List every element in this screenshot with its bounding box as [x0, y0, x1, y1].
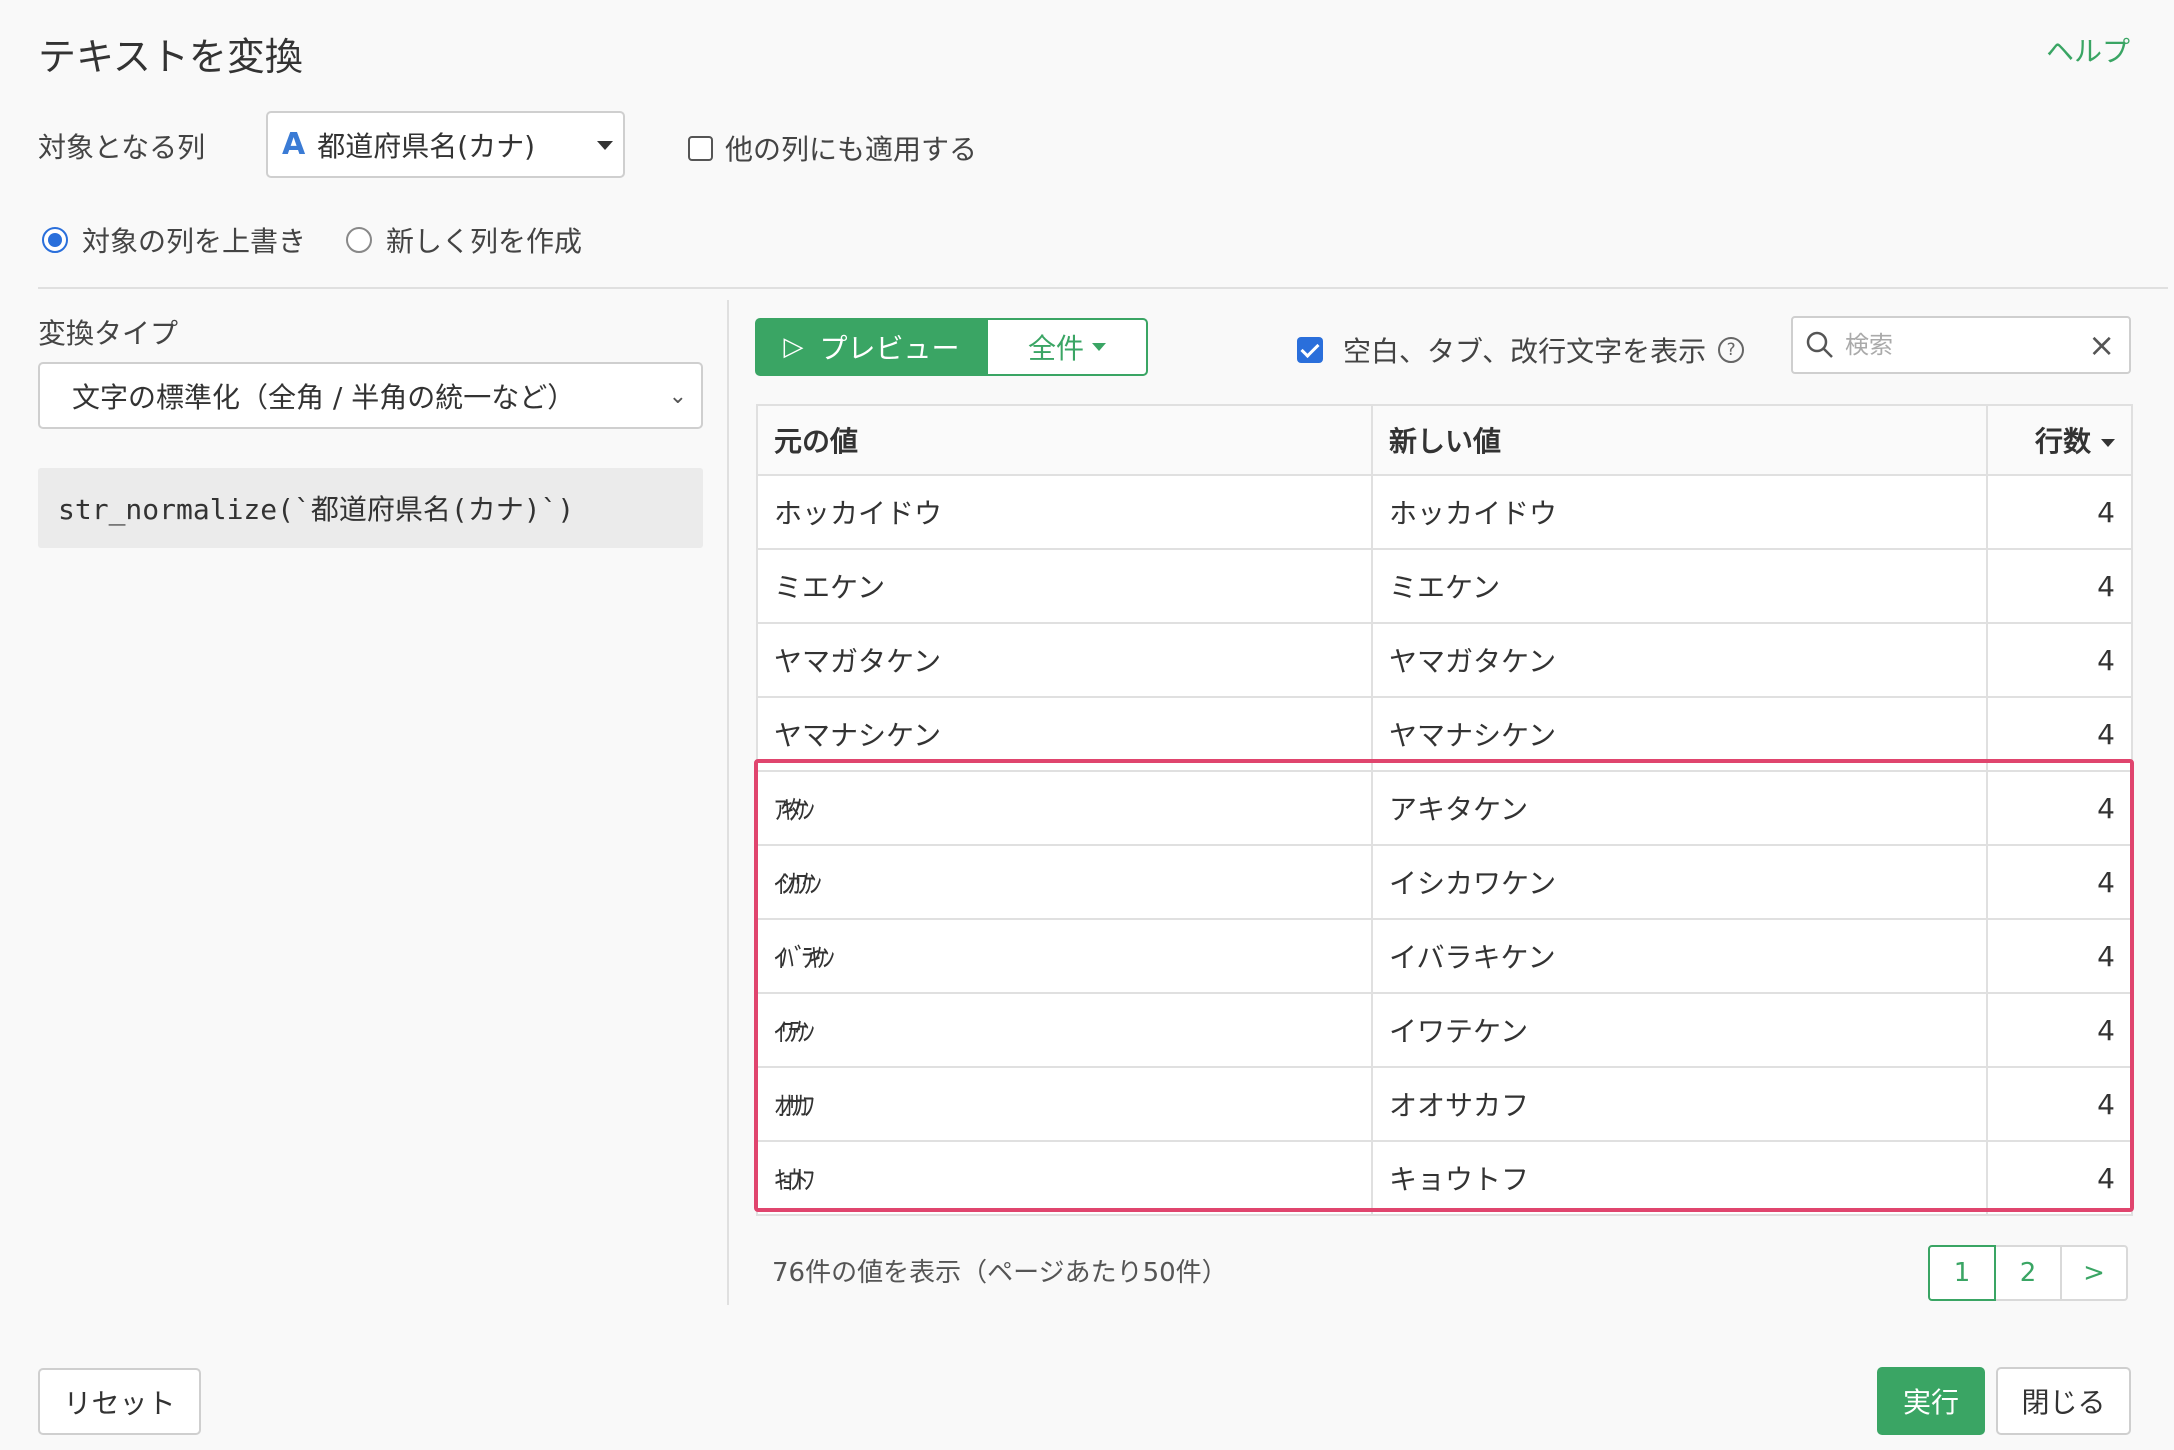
- row-count: 4: [1986, 992, 2133, 1068]
- new-value: ホッカイドウ: [1371, 474, 1988, 550]
- play-icon: ▷: [783, 332, 804, 362]
- new-value: オオサカフ: [1371, 1066, 1988, 1142]
- original-value: ヤマガタケン: [756, 622, 1373, 698]
- original-value: ｲﾊﾞﾗｷｹﾝ: [756, 918, 1373, 994]
- new-column-radio[interactable]: [346, 227, 373, 253]
- preview-table: 元の値 新しい値 行数 ホッカイドウ ホッカイドウ 4 ミエケン ミエケン 4 ヤマガタ…: [756, 404, 2133, 1216]
- close-icon[interactable]: ×: [2088, 326, 2115, 364]
- original-value: ｱｷﾀｹﾝ: [756, 770, 1373, 846]
- expression-preview: str_normalize(`都道府県名(カナ)`): [38, 468, 703, 548]
- original-value: ｷｮｳﾄﾌ: [756, 1140, 1373, 1216]
- panel-divider: [727, 300, 729, 1305]
- scope-dropdown-button[interactable]: 全件: [986, 318, 1148, 376]
- table-row: ｱｷﾀｹﾝ アキタケン 4: [756, 770, 2133, 846]
- search-box[interactable]: ×: [1791, 316, 2131, 374]
- new-value: キョウトフ: [1371, 1140, 1988, 1216]
- result-summary: 76件の値を表示（ページあたり50件）: [772, 1258, 1228, 1288]
- original-value: ｲﾜﾃｹﾝ: [756, 992, 1373, 1068]
- new-column-option[interactable]: 新しく列を作成: [346, 220, 582, 260]
- table-row: ヤマガタケン ヤマガタケン 4: [756, 622, 2133, 698]
- header-original: 元の値: [756, 404, 1373, 476]
- row-count: 4: [1986, 474, 2133, 550]
- new-column-label: 新しく列を作成: [386, 225, 583, 258]
- show-whitespace-option[interactable]: 空白、タブ、改行文字を表示 ?: [1297, 330, 1745, 370]
- scope-label: 全件: [1027, 332, 1084, 365]
- new-value: イバラキケン: [1371, 918, 1988, 994]
- original-value: ｲｼｶﾜｹﾝ: [756, 844, 1373, 920]
- table-row: ヤマナシケン ヤマナシケン 4: [756, 696, 2133, 772]
- page-2-button[interactable]: 2: [1994, 1245, 2062, 1301]
- row-count: 4: [1986, 548, 2133, 624]
- header-new: 新しい値: [1371, 404, 1988, 476]
- pagination: 1 2 >: [1928, 1245, 2128, 1301]
- new-value: ヤマガタケン: [1371, 622, 1988, 698]
- new-value: ミエケン: [1371, 548, 1988, 624]
- row-count: 4: [1986, 696, 2133, 772]
- original-value: ホッカイドウ: [756, 474, 1373, 550]
- table-row: ｲｼｶﾜｹﾝ イシカワケン 4: [756, 844, 2133, 920]
- table-header-row: 元の値 新しい値 行数: [756, 404, 2133, 476]
- row-count: 4: [1986, 918, 2133, 994]
- string-type-icon: A: [282, 127, 306, 162]
- overwrite-radio[interactable]: [42, 227, 68, 253]
- show-whitespace-checkbox[interactable]: [1297, 337, 1323, 363]
- table-row: ｲﾜﾃｹﾝ イワテケン 4: [756, 992, 2133, 1068]
- apply-other-columns-checkbox[interactable]: [688, 135, 713, 161]
- section-divider: [38, 287, 2168, 289]
- table-row: ｲﾊﾞﾗｷｹﾝ イバラキケン 4: [756, 918, 2133, 994]
- reset-button[interactable]: リセット: [38, 1368, 201, 1435]
- target-column-label: 対象となる列: [38, 131, 206, 164]
- apply-other-columns-option[interactable]: 他の列にも適用する: [688, 128, 977, 168]
- original-value: ミエケン: [756, 548, 1373, 624]
- apply-other-columns-label: 他の列にも適用する: [725, 133, 978, 166]
- table-row: ｵｵｻｶﾌ オオサカフ 4: [756, 1066, 2133, 1142]
- page-1-button[interactable]: 1: [1928, 1245, 1996, 1301]
- target-column-select[interactable]: A 都道府県名(カナ): [266, 111, 625, 178]
- row-count: 4: [1986, 1066, 2133, 1142]
- conversion-type-value: 文字の標準化（全角 / 半角の統一など）: [72, 380, 576, 414]
- new-value: アキタケン: [1371, 770, 1988, 846]
- sort-caret-icon: [2101, 439, 2115, 447]
- new-value: イシカワケン: [1371, 844, 1988, 920]
- overwrite-label: 対象の列を上書き: [82, 225, 307, 258]
- original-value: ｵｵｻｶﾌ: [756, 1066, 1373, 1142]
- target-column-value: 都道府県名(カナ): [317, 129, 536, 163]
- preview-label: プレビュー: [819, 332, 960, 365]
- next-page-button[interactable]: >: [2060, 1245, 2128, 1301]
- search-icon: [1806, 331, 1833, 358]
- row-count: 4: [1986, 844, 2133, 920]
- new-value: ヤマナシケン: [1371, 696, 1988, 772]
- new-value: イワテケン: [1371, 992, 1988, 1068]
- original-value: ヤマナシケン: [756, 696, 1373, 772]
- header-count[interactable]: 行数: [1986, 404, 2133, 476]
- table-row: ｷｮｳﾄﾌ キョウトフ 4: [756, 1140, 2133, 1216]
- conversion-type-label: 変換タイプ: [38, 317, 179, 350]
- row-count: 4: [1986, 1140, 2133, 1216]
- question-icon[interactable]: ?: [1718, 337, 1745, 363]
- close-button[interactable]: 閉じる: [1996, 1367, 2131, 1435]
- row-count: 4: [1986, 622, 2133, 698]
- run-button[interactable]: 実行: [1877, 1367, 1985, 1435]
- table-row: ホッカイドウ ホッカイドウ 4: [756, 474, 2133, 550]
- caret-down-icon: [597, 141, 613, 150]
- search-input[interactable]: [1843, 330, 2073, 360]
- show-whitespace-label: 空白、タブ、改行文字を表示: [1343, 335, 1707, 368]
- overwrite-option[interactable]: 対象の列を上書き: [42, 220, 306, 260]
- chevron-down-icon: ⌄: [668, 384, 687, 409]
- conversion-type-select[interactable]: 文字の標準化（全角 / 半角の統一など） ⌄: [38, 362, 703, 429]
- help-link[interactable]: ヘルプ: [2046, 30, 2130, 70]
- table-row: ミエケン ミエケン 4: [756, 548, 2133, 624]
- row-count: 4: [1986, 770, 2133, 846]
- caret-down-icon: [1092, 343, 1106, 351]
- dialog-title: テキストを変換: [38, 35, 303, 79]
- preview-button[interactable]: ▷ プレビュー: [755, 318, 988, 376]
- output-mode-group: 対象の列を上書き 新しく列を作成: [42, 220, 622, 260]
- header-count-label: 行数: [2034, 425, 2091, 458]
